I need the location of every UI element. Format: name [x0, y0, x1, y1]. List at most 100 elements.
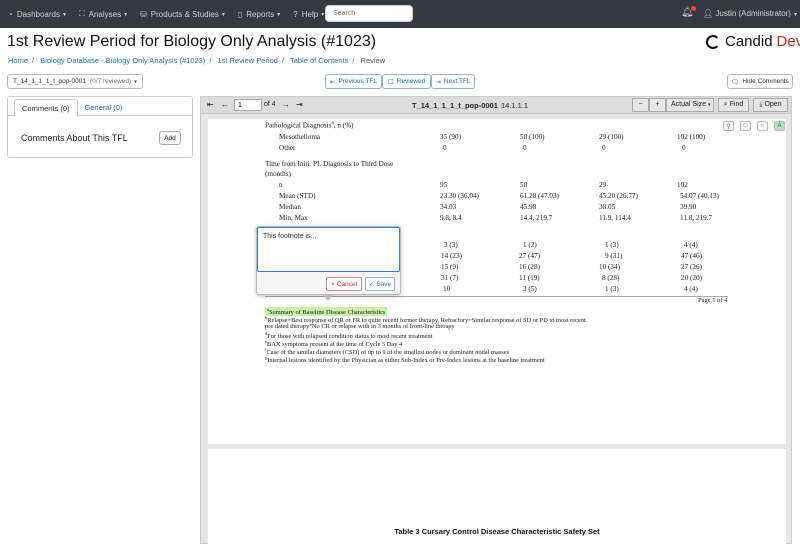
zoom-select[interactable]: Actual Size ▾ — [666, 98, 714, 112]
breadcrumb-review-period[interactable]: 1st Review Period — [217, 56, 277, 65]
next-tfl-button[interactable]: ⇥ Next TFL — [431, 74, 475, 89]
nav-analyses[interactable]: ⛶ Analyses ▾ — [79, 9, 127, 19]
document-number: 14.1.1.1 — [501, 101, 529, 110]
table-cell: 102 — [677, 181, 688, 189]
table-cell: 0 — [602, 144, 606, 152]
table-cell: 39.90 — [680, 203, 697, 211]
tab-comments[interactable]: Comments (0) — [14, 99, 78, 117]
hide-comments-button[interactable]: 🗨︎ Hide Comments — [727, 74, 793, 89]
zoom-in-button[interactable]: + — [649, 98, 666, 112]
table-cell: 95 — [440, 181, 448, 189]
nav-dashboards-label: Dashboards — [16, 9, 60, 19]
database-icon: ⛁ — [140, 9, 147, 19]
caret-down-icon: ▾ — [62, 11, 66, 18]
nav-reports[interactable]: ▯ Reports ▾ — [238, 10, 280, 19]
reviewed-label: Reviewed — [396, 78, 426, 85]
nav-reports-label: Reports — [246, 9, 275, 19]
open-button[interactable]: ⤓ Open — [753, 98, 788, 112]
comment-textarea[interactable]: This footnote is... — [257, 227, 400, 272]
reviewed-button[interactable]: ☐ Reviewed — [382, 74, 431, 89]
checkbox-icon: ☐ — [387, 78, 394, 86]
previous-tfl-button[interactable]: ⇤ Previous TFL — [325, 74, 382, 89]
caret-down-icon: ▾ — [221, 11, 225, 18]
caret-down-icon: ▾ — [124, 11, 128, 18]
dashboard-icon: ◔ — [8, 9, 13, 19]
breadcrumb: Home / Biology Database - Biology Only An… — [8, 56, 385, 65]
breadcrumb-home[interactable]: Home — [8, 56, 28, 65]
brand-logo: Candid Dev — [706, 33, 800, 50]
nav-analyses-label: Analyses — [88, 9, 122, 19]
nav-dashboards[interactable]: ◔ Dashboards ▾ — [8, 10, 66, 19]
table-cell: 45.98 — [520, 203, 537, 211]
comments-icon: 🗨︎ — [731, 78, 740, 86]
table-cell: 31 (7) — [441, 274, 459, 282]
footnote-comment-popup: This footnote is... × Cancel ✓ Save — [256, 226, 401, 301]
table-cell: 58 (100) — [520, 133, 545, 141]
lightbulb-icon[interactable]: ⚲ — [723, 121, 734, 131]
table-cell: 9 (31) — [605, 252, 623, 260]
prev-page-icon[interactable]: ← — [221, 100, 229, 109]
table-cell: 20 (20) — [681, 274, 702, 282]
comments-tabs: Comments (0) General (0) — [8, 97, 192, 117]
next-page-icon[interactable]: → — [282, 100, 290, 109]
table-cell: 61.28 (47.03) — [520, 192, 559, 200]
zoom-value: Actual Size — [671, 101, 707, 108]
caret-down-icon: ▾ — [321, 11, 325, 18]
table-cell: 3 (5) — [523, 285, 537, 293]
square-icon[interactable]: □ — [740, 121, 751, 131]
nav-help-label: Help — [301, 9, 319, 19]
brand-env: Dev — [776, 33, 800, 50]
previous-tfl-label: Previous TFL — [338, 78, 377, 85]
page-number-input[interactable] — [234, 99, 262, 111]
document-page-2: Table 3 Cursary Control Disease Characte… — [208, 449, 786, 545]
notification-dot — [690, 6, 696, 11]
table-group-label: Time from Initi. PL Diagnosis to Third D… — [265, 160, 394, 168]
user-menu[interactable]: 👤︎ Justin (Administrator) ▾ — [703, 9, 797, 18]
breadcrumb-database[interactable]: Biology Database - Biology Only Analysis… — [40, 56, 205, 65]
table-cell: 0 — [523, 144, 527, 152]
cancel-button[interactable]: × Cancel — [326, 277, 362, 291]
user-icon: 👤︎ — [703, 9, 716, 18]
notifications-bell-icon[interactable]: 🔔︎ — [681, 6, 696, 18]
circle-icon[interactable]: ○ — [757, 121, 768, 131]
next-tfl-label: Next TFL — [443, 78, 471, 85]
search-input[interactable] — [325, 5, 413, 22]
table-bottom-rule — [265, 296, 728, 297]
table-cell: 47 (46) — [681, 252, 702, 260]
table-cell: 38.05 — [599, 203, 616, 211]
table-cell: 29 — [599, 181, 607, 189]
caret-down-icon: ▾ — [708, 102, 711, 108]
save-button[interactable]: ✓ Save — [365, 277, 395, 291]
nav-products-studies[interactable]: ⛁ Products & Studies ▾ — [140, 10, 225, 19]
hide-comments-label: Hide Comments — [742, 78, 789, 85]
breadcrumb-toc[interactable]: Table of Contents — [290, 56, 348, 65]
candid-logo-icon — [706, 34, 720, 49]
table-cell: 0 — [682, 144, 686, 152]
table-cell: 35 (90) — [440, 133, 461, 141]
table-cell: 16 (28) — [519, 263, 540, 271]
save-label: Save — [376, 280, 392, 288]
text-annotation-icon[interactable]: A — [774, 121, 785, 131]
page-count: of 4 — [264, 101, 276, 108]
breadcrumb-separator: / — [281, 56, 285, 65]
table-cell: 10 (34) — [599, 263, 620, 271]
add-comment-button[interactable]: Add — [159, 131, 181, 145]
table-cell: 8 (28) — [602, 274, 620, 282]
table-cell: 1 (3) — [605, 241, 619, 249]
zoom-out-button[interactable]: − — [632, 98, 649, 112]
table-cell: 9.8, 8.4 — [440, 214, 462, 222]
tab-general[interactable]: General (0) — [78, 99, 130, 115]
tfl-select[interactable]: T_14_1_1_1_t_pop-0001 (0/7 reviewed) ▾ — [7, 74, 143, 89]
table-cell: 15 (9) — [441, 263, 459, 271]
table-cell: 11.9, 114.4 — [599, 214, 631, 222]
find-button[interactable]: ⌕ Find — [718, 98, 749, 112]
tfl-select-value: T_14_1_1_1_t_pop-0001 — [13, 78, 87, 85]
breadcrumb-separator: / — [352, 56, 355, 65]
nav-help[interactable]: ? Help ▾ — [293, 10, 324, 19]
brand-name: Candid — [725, 33, 773, 50]
pdf-viewer: ⇤ ← of 4 → ⇥ T_14_1_1_1_t_pop-0001 14.1.… — [200, 96, 792, 545]
first-page-icon[interactable]: ⇤ — [207, 100, 214, 109]
close-icon: × — [330, 280, 335, 288]
last-page-icon[interactable]: ⇥ — [296, 100, 303, 109]
table-cell: 45.20 (26.77) — [599, 192, 638, 200]
